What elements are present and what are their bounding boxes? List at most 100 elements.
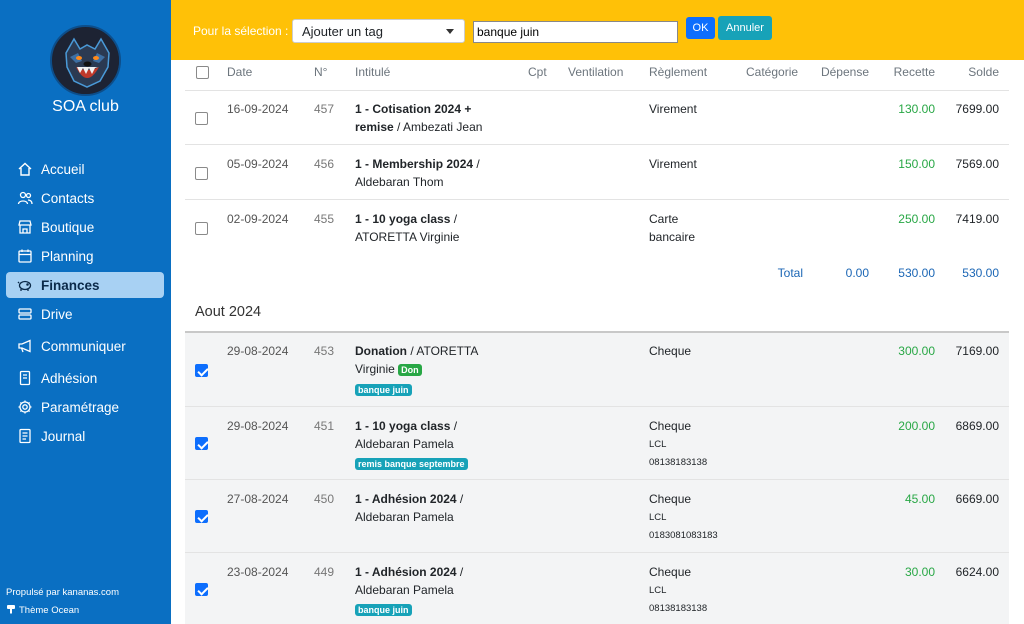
- tag-badge[interactable]: remis banque septembre: [355, 458, 468, 470]
- tag-badge[interactable]: banque juin: [355, 604, 412, 616]
- row-date: 29-08-2024: [227, 344, 289, 358]
- nav-item-parametrage[interactable]: Paramétrage: [6, 394, 164, 420]
- row-person[interactable]: ATORETTA Virginie: [355, 230, 459, 244]
- member-card-icon: [16, 369, 34, 387]
- nav-item-journal[interactable]: Journal: [6, 423, 164, 449]
- row-title-cont[interactable]: remise: [355, 120, 394, 134]
- powered-by-link[interactable]: Propulsé par kananas.com: [6, 587, 119, 598]
- row-person-cont[interactable]: Virginie: [355, 362, 395, 376]
- col-date[interactable]: Date: [227, 65, 252, 79]
- nav-label: Planning: [41, 248, 94, 264]
- row-title[interactable]: 1 - Cotisation 2024 +: [355, 102, 471, 116]
- row-recette: 150.00: [898, 157, 935, 171]
- row-checkbox[interactable]: [195, 222, 208, 235]
- nav-item-contacts[interactable]: Contacts: [6, 185, 164, 211]
- row-solde: 7699.00: [955, 102, 999, 116]
- col-recette[interactable]: Recette: [877, 65, 935, 79]
- transactions-table: Date N° Intitulé Cpt Ventilation Règleme…: [171, 60, 1024, 624]
- row-title[interactable]: 1 - Adhésion 2024: [355, 565, 457, 579]
- row-account: 08138183138: [649, 457, 708, 468]
- row-title-line: 1 - Adhésion 2024 /: [355, 565, 463, 579]
- ok-button[interactable]: OK: [686, 17, 715, 39]
- tag-select-value: Ajouter un tag: [302, 23, 383, 39]
- row-recette: 250.00: [898, 212, 935, 226]
- nav-item-communiquer[interactable]: Communiquer: [6, 333, 164, 359]
- nav-item-planning[interactable]: Planning: [6, 243, 164, 269]
- row-person[interactable]: Aldebaran Pamela: [355, 437, 454, 451]
- tag-badge[interactable]: banque juin: [355, 384, 412, 396]
- nav-item-finances[interactable]: Finances: [6, 272, 164, 298]
- row-checkbox[interactable]: [195, 112, 208, 125]
- month-heading: Aout 2024: [195, 304, 262, 320]
- col-depense[interactable]: Dépense: [811, 65, 869, 79]
- row-checkbox-checked[interactable]: [195, 364, 208, 377]
- col-ventilation[interactable]: Ventilation: [568, 65, 623, 79]
- row-person[interactable]: Aldebaran Pamela: [355, 583, 454, 597]
- row-reglement: Cheque: [649, 565, 692, 579]
- select-all-checkbox[interactable]: [196, 66, 209, 79]
- row-title[interactable]: 1 - 10 yoga class: [355, 212, 450, 226]
- row-date: 29-08-2024: [227, 419, 289, 433]
- row-reglement: Carte: [649, 212, 679, 226]
- col-cpt[interactable]: Cpt: [528, 65, 547, 79]
- nav-label: Adhésion: [41, 370, 98, 386]
- row-account: 08138183138: [649, 603, 708, 614]
- row-recette: 200.00: [898, 419, 935, 433]
- row-title[interactable]: 1 - Membership 2024: [355, 157, 473, 171]
- row-person[interactable]: Aldebaran Pamela: [355, 510, 454, 524]
- club-logo[interactable]: [50, 25, 121, 96]
- col-solde[interactable]: Solde: [941, 65, 999, 79]
- row-title[interactable]: 1 - 10 yoga class: [355, 419, 450, 433]
- col-num[interactable]: N°: [314, 65, 327, 79]
- divider: [185, 406, 1009, 407]
- nav-label: Finances: [41, 277, 100, 293]
- nav-item-boutique[interactable]: Boutique: [6, 214, 164, 240]
- row-reglement: Cheque: [649, 492, 692, 506]
- tag-badge-wrap: remis banque septembre: [355, 456, 468, 470]
- nav-label: Contacts: [41, 190, 95, 206]
- journal-icon: [16, 427, 34, 445]
- selection-toolbar: Pour la sélection : Ajouter un tag OK An…: [171, 0, 1024, 60]
- col-reglement[interactable]: Règlement: [649, 65, 707, 79]
- row-title-line: 1 - Membership 2024 /: [355, 157, 480, 171]
- row-checkbox-checked[interactable]: [195, 437, 208, 450]
- row-solde: 6624.00: [955, 565, 999, 579]
- row-title[interactable]: Donation: [355, 344, 407, 358]
- nav-label: Boutique: [41, 219, 95, 235]
- row-checkbox[interactable]: [195, 167, 208, 180]
- main-nav: Accueil Contacts Boutique Planning Finan…: [6, 156, 164, 452]
- theme-link[interactable]: Thème Ocean: [6, 604, 79, 617]
- row-num: 449: [314, 565, 335, 579]
- row-checkbox-checked[interactable]: [195, 510, 208, 523]
- row-num: 451: [314, 419, 335, 433]
- row-separator: /: [456, 492, 464, 506]
- row-checkbox-checked[interactable]: [195, 583, 208, 596]
- row-person[interactable]: Aldebaran Thom: [355, 175, 444, 189]
- category-badge: Don: [398, 364, 422, 376]
- col-categorie[interactable]: Catégorie: [746, 65, 798, 79]
- row-person[interactable]: / ATORETTA: [407, 344, 478, 358]
- row-solde: 6869.00: [955, 419, 999, 433]
- row-title-line: 1 - 10 yoga class /: [355, 212, 457, 226]
- cancel-button[interactable]: Annuler: [718, 16, 772, 40]
- nav-item-accueil[interactable]: Accueil: [6, 156, 164, 182]
- nav-label: Accueil: [41, 161, 85, 177]
- nav-label: Drive: [41, 306, 73, 322]
- tag-name-input[interactable]: [473, 21, 678, 43]
- row-person[interactable]: / Ambezati Jean: [394, 120, 482, 134]
- tag-action-select[interactable]: Ajouter un tag: [292, 19, 465, 43]
- row-date: 16-09-2024: [227, 102, 289, 116]
- row-recette: 130.00: [898, 102, 935, 116]
- row-person-line2: Virginie Don: [355, 362, 422, 376]
- row-date: 05-09-2024: [227, 157, 289, 171]
- nav-item-drive[interactable]: Drive: [6, 301, 164, 327]
- sidebar: SOA club Accueil Contacts Boutique Plann…: [0, 0, 171, 624]
- row-title[interactable]: 1 - Adhésion 2024: [355, 492, 457, 506]
- row-recette: 45.00: [904, 492, 935, 506]
- total-solde: 530.00: [962, 266, 999, 280]
- total-recette: 530.00: [898, 266, 935, 280]
- chevron-down-icon: [446, 28, 454, 34]
- nav-item-adhesion[interactable]: Adhésion: [6, 365, 164, 391]
- row-num: 456: [314, 157, 335, 171]
- col-title[interactable]: Intitulé: [355, 65, 390, 79]
